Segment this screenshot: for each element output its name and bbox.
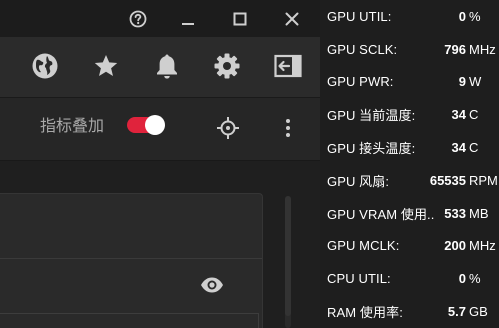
minimize-button[interactable] — [168, 0, 208, 37]
settings-card — [0, 193, 263, 328]
stat-unit: % — [469, 271, 481, 287]
scrollbar-thumb[interactable] — [285, 196, 291, 316]
stat-row: GPU 当前温度: 34 C — [320, 98, 499, 131]
star-icon[interactable] — [91, 51, 121, 81]
card-field[interactable] — [0, 313, 259, 328]
stat-row: GPU UTIL: 0 % — [320, 0, 499, 33]
stat-value: 200 — [444, 238, 466, 254]
maximize-button[interactable] — [220, 0, 260, 37]
toolbar — [0, 37, 320, 98]
title-bar — [0, 0, 320, 37]
stat-row: GPU VRAM 使用.. 533 MB — [320, 197, 499, 230]
stat-unit: % — [469, 8, 481, 24]
stat-unit: W — [469, 74, 482, 90]
performance-overlay-panel: GPU UTIL: 0 % GPU SCLK: 796 MHz GPU PWR:… — [320, 0, 499, 328]
stat-value: 65535 — [429, 172, 466, 188]
stat-value: 9 — [458, 74, 466, 90]
stat-unit: MB — [469, 205, 489, 221]
crosshair-icon[interactable] — [216, 116, 240, 140]
close-icon — [285, 12, 299, 26]
stat-value: 0 — [458, 271, 466, 287]
stat-value: 34 — [451, 140, 466, 156]
globe-icon[interactable] — [30, 51, 60, 81]
stat-row: GPU PWR: 9 W — [320, 66, 499, 99]
stat-row: GPU SCLK: 796 MHz — [320, 33, 499, 66]
bell-icon[interactable] — [152, 51, 182, 81]
overlay-bar: 指标叠加 — [0, 98, 320, 161]
stat-value: 34 — [451, 107, 466, 123]
stat-label: RAM 使用率: — [327, 305, 403, 321]
stat-row: RAM 使用率: 5.7 GB — [320, 295, 499, 328]
stat-value: 0 — [458, 8, 466, 24]
help-button[interactable] — [118, 0, 158, 37]
maximize-icon — [233, 12, 247, 26]
stat-row: GPU MCLK: 200 MHz — [320, 230, 499, 263]
stat-unit: C — [469, 140, 479, 156]
overlay-toggle[interactable] — [127, 115, 165, 135]
eye-icon[interactable] — [200, 276, 224, 294]
stat-label: GPU 风扇: — [327, 173, 390, 189]
scrollbar[interactable] — [285, 196, 291, 328]
stat-row: CPU UTIL: 0 % — [320, 262, 499, 295]
app-window: 指标叠加 — [0, 0, 320, 328]
stat-label: GPU 当前温度: — [327, 108, 416, 124]
panel-exit-icon[interactable] — [273, 51, 303, 81]
stat-row: GPU 接头温度: 34 C — [320, 131, 499, 164]
stat-label: GPU PWR: — [327, 74, 394, 90]
stat-unit: MHz — [469, 41, 496, 57]
help-circle-icon — [129, 10, 147, 28]
stat-label: GPU MCLK: — [327, 238, 400, 254]
stat-value: 5.7 — [447, 304, 466, 320]
stat-label: GPU SCLK: — [327, 41, 398, 57]
stat-label: GPU 接头温度: — [327, 141, 416, 157]
gear-icon[interactable] — [212, 51, 242, 81]
stat-value: 533 — [444, 205, 466, 221]
stat-label: GPU UTIL: — [327, 8, 392, 24]
card-divider — [0, 258, 262, 259]
stat-unit: C — [469, 107, 479, 123]
stat-unit: GB — [469, 304, 488, 320]
stat-unit: RPM — [469, 172, 498, 188]
stat-row: GPU 风扇: 65535 RPM — [320, 164, 499, 197]
overlay-label: 指标叠加 — [40, 118, 105, 135]
stat-label: CPU UTIL: — [327, 271, 391, 287]
stat-label: GPU VRAM 使用.. — [327, 206, 435, 222]
more-options-icon[interactable] — [280, 116, 296, 140]
toggle-knob — [145, 115, 165, 135]
stat-unit: MHz — [469, 238, 496, 254]
stat-value: 796 — [444, 41, 466, 57]
close-button[interactable] — [272, 0, 312, 37]
minimize-icon — [181, 12, 195, 26]
